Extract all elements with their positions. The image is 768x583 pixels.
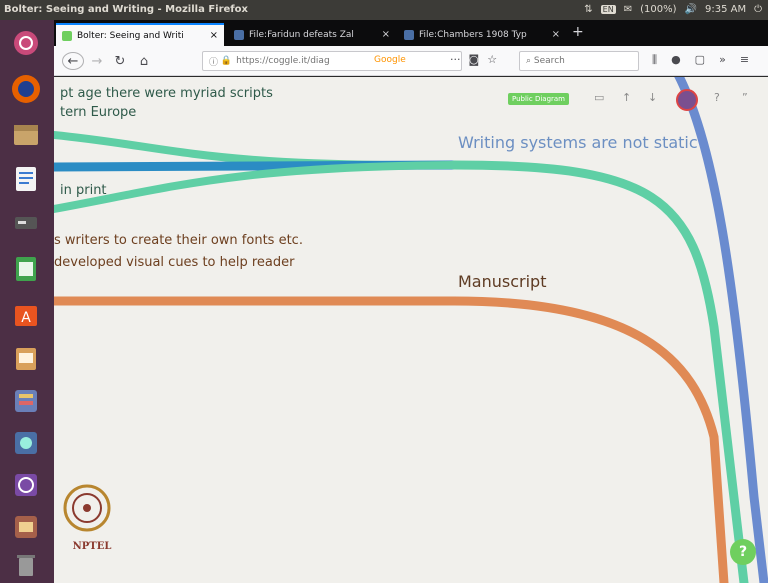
tab-label: File:Faridun defeats Zal xyxy=(249,29,354,40)
node-visual-cues[interactable]: developed visual cues to help reader xyxy=(54,255,295,270)
info-icon[interactable]: ⓘ xyxy=(209,55,218,68)
search-box[interactable]: ⌕ Search xyxy=(519,51,639,71)
pocket-icon[interactable]: ◙ xyxy=(469,53,480,66)
library-icon[interactable]: ⫼ xyxy=(652,53,657,67)
coggle-favicon-icon xyxy=(62,30,72,41)
address-bar[interactable]: ⓘ 🔒 https://coggle.it/diag xyxy=(202,51,462,71)
tab-faridun[interactable]: File:Faridun defeats Zal × xyxy=(228,23,396,46)
help-question-icon[interactable]: ? xyxy=(714,91,720,104)
sidebar-icon[interactable]: ▢ xyxy=(695,53,705,67)
search-engine-badge[interactable]: Google xyxy=(374,55,406,65)
back-button[interactable]: ← xyxy=(62,52,84,70)
app-icon-stack-1[interactable] xyxy=(6,382,46,420)
tab-chambers[interactable]: File:Chambers 1908 Typ × xyxy=(398,23,566,46)
lock-icon[interactable]: 🔒 xyxy=(221,56,232,66)
forward-button[interactable]: → xyxy=(90,52,104,70)
nptel-label: NPTEL xyxy=(72,541,112,552)
calc-icon[interactable] xyxy=(6,250,46,288)
close-tab-icon[interactable]: × xyxy=(546,29,560,40)
user-avatar[interactable] xyxy=(676,89,698,111)
close-tab-icon[interactable]: × xyxy=(204,30,218,41)
window-title: Bolter: Seeing and Writing - Mozilla Fir… xyxy=(4,4,248,15)
comment-icon[interactable]: ▭ xyxy=(594,91,604,104)
clock[interactable]: 9:35 AM xyxy=(705,4,746,15)
search-placeholder: Search xyxy=(533,56,565,66)
dash-home-icon[interactable] xyxy=(6,24,46,62)
trash-icon[interactable] xyxy=(6,546,46,583)
node-script-age[interactable]: pt age there were myriad scripts xyxy=(60,86,273,101)
close-tab-icon[interactable]: × xyxy=(376,29,390,40)
toolbar-buttons: ⫼ ● ▢ » ≡ xyxy=(652,53,749,67)
bookmark-star-icon[interactable]: ☆ xyxy=(487,53,497,66)
mail-icon[interactable]: ✉ xyxy=(624,4,632,15)
upload-icon[interactable]: ↑ xyxy=(622,91,631,104)
wikimedia-favicon-icon xyxy=(404,29,414,40)
app-icon-stack-2[interactable] xyxy=(6,424,46,462)
coggle-mindmap-page: pt age there were myriad scripts tern Eu… xyxy=(54,77,768,583)
drive-icon[interactable] xyxy=(6,204,46,242)
volume-icon[interactable]: 🔊 xyxy=(685,4,697,15)
orange-branch xyxy=(54,296,729,583)
page-actions-menu-icon[interactable]: ··· xyxy=(450,53,461,66)
green-trunk xyxy=(449,160,749,583)
green-branch-lower xyxy=(54,161,458,213)
navigation-toolbar: ← → ↻ ⌂ ⓘ 🔒 https://coggle.it/diag Googl… xyxy=(54,46,768,76)
download-icon[interactable]: ↓ xyxy=(648,91,657,104)
node-western-europe[interactable]: tern Europe xyxy=(60,105,136,120)
node-writing-systems[interactable]: Writing systems are not static xyxy=(458,133,698,152)
nptel-logo-icon xyxy=(63,484,111,532)
app-icon-stack-3[interactable] xyxy=(6,466,46,504)
help-button[interactable]: ? xyxy=(730,539,756,565)
network-icon[interactable]: ⇅ xyxy=(584,4,592,15)
system-tray: ⇅ EN ✉ (100%) 🔊 9:35 AM ⏻ xyxy=(584,4,762,15)
files-icon[interactable] xyxy=(6,116,46,154)
writer-icon[interactable] xyxy=(6,160,46,198)
hamburger-menu-icon[interactable]: ≡ xyxy=(740,53,749,67)
search-icon: ⌕ xyxy=(526,56,532,66)
tab-label: Bolter: Seeing and Writi xyxy=(77,30,184,41)
reload-button[interactable]: ↻ xyxy=(112,52,128,70)
overflow-menu-icon[interactable]: » xyxy=(719,53,726,67)
new-tab-button[interactable]: + xyxy=(572,24,584,40)
page-actions: ··· ◙ ☆ xyxy=(450,53,497,66)
tab-bar: Bolter: Seeing and Writi × File:Faridun … xyxy=(54,20,768,46)
app-launcher: A xyxy=(0,20,54,583)
tab-bolter[interactable]: Bolter: Seeing and Writi × xyxy=(56,23,224,46)
node-writers-fonts[interactable]: s writers to create their own fonts etc. xyxy=(54,233,303,248)
node-in-print[interactable]: in print xyxy=(60,183,107,198)
desktop-screen: Bolter: Seeing and Writing - Mozilla Fir… xyxy=(0,0,768,583)
power-icon[interactable]: ⏻ xyxy=(754,4,762,15)
quote-icon[interactable]: ” xyxy=(742,91,748,104)
software-center-icon[interactable]: A xyxy=(6,296,46,334)
impress-icon[interactable] xyxy=(6,340,46,378)
nptel-watermark: NPTEL xyxy=(62,483,122,552)
app-icon-stack-4[interactable] xyxy=(6,508,46,546)
mindmap-branches xyxy=(54,77,768,583)
green-branch-upper xyxy=(54,131,458,170)
public-diagram-badge[interactable]: Public Diagram xyxy=(508,93,569,105)
keyboard-layout-indicator[interactable]: EN xyxy=(600,5,616,14)
firefox-icon[interactable] xyxy=(6,70,46,108)
node-manuscript[interactable]: Manuscript xyxy=(458,272,546,291)
tab-label: File:Chambers 1908 Typ xyxy=(419,29,527,40)
wikimedia-favicon-icon xyxy=(234,29,244,40)
home-icon[interactable]: ⌂ xyxy=(136,52,152,70)
top-panel: Bolter: Seeing and Writing - Mozilla Fir… xyxy=(0,0,768,20)
url-text: https://coggle.it/diag xyxy=(236,56,330,66)
svg-text:A: A xyxy=(21,310,31,326)
extension-icon[interactable]: ● xyxy=(671,53,681,67)
battery-status[interactable]: (100%) xyxy=(640,4,676,15)
